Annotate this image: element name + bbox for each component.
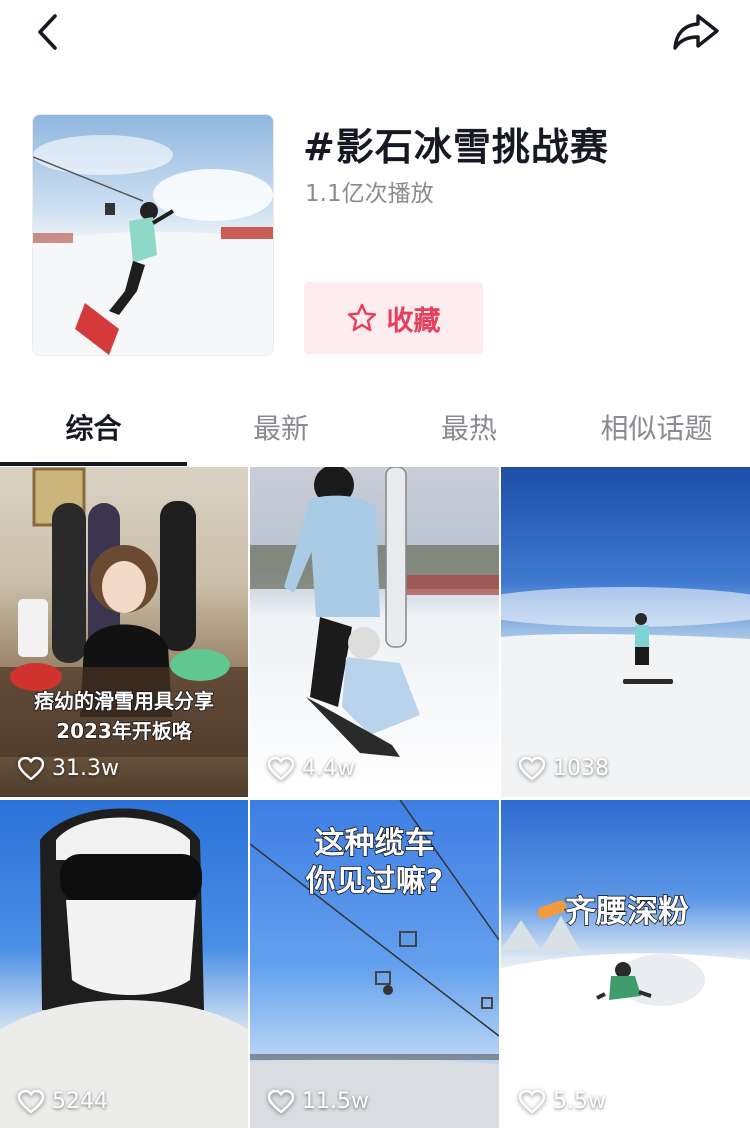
video-thumbnail (501, 587, 750, 797)
share-arrow-icon (673, 14, 719, 50)
top-bar (0, 0, 750, 70)
back-button[interactable] (26, 8, 70, 56)
star-outline-icon (347, 303, 376, 332)
like-count-value: 5244 (52, 1089, 108, 1114)
video-thumbnail (501, 900, 750, 1128)
heart-outline-icon (268, 1089, 294, 1113)
topic-cover-image (32, 114, 274, 356)
favorite-label: 收藏 (386, 305, 441, 337)
topic-header: #影石冰雪挑战赛 1.1亿次播放 收藏 (0, 112, 750, 356)
video-caption-line2: 你见过嘛? (305, 863, 444, 900)
cover-illustration (33, 135, 273, 355)
video-card[interactable]: 5244 (0, 800, 248, 1128)
like-count-value: 31.3w (52, 756, 119, 781)
tab-comprehensive[interactable]: 综合 (0, 392, 187, 462)
topic-page: #影石冰雪挑战赛 1.1亿次播放 收藏 综合 最新 最热 相似话题 痞幼的滑雪用… (0, 0, 750, 1128)
video-grid: 痞幼的滑雪用具分享 2023年开板咯 31.3w 4.4w 1038 5244 … (0, 467, 750, 1128)
heart-outline-icon (519, 1089, 545, 1113)
like-count-value: 5.5w (553, 1089, 606, 1114)
like-count: 5244 (18, 1089, 108, 1114)
like-count: 31.3w (18, 756, 119, 781)
video-card[interactable]: 1038 (501, 467, 750, 797)
video-thumbnail (0, 808, 248, 1128)
video-card[interactable]: 这种缆车 你见过嘛? 11.5w (250, 800, 499, 1128)
like-count-value: 11.5w (302, 1089, 369, 1114)
video-thumbnail (0, 467, 248, 757)
active-tab-indicator (0, 462, 187, 466)
like-count: 11.5w (268, 1089, 369, 1114)
tab-similar-topics[interactable]: 相似话题 (563, 392, 750, 462)
video-thumbnail (250, 467, 499, 757)
tab-hottest[interactable]: 最热 (375, 392, 563, 462)
video-caption: 痞幼的滑雪用具分享 (33, 688, 215, 714)
heart-outline-icon (18, 1089, 44, 1113)
tab-latest[interactable]: 最新 (187, 392, 375, 462)
video-card[interactable]: 痞幼的滑雪用具分享 2023年开板咯 31.3w (0, 467, 248, 797)
video-caption: 齐腰深粉 (564, 893, 690, 931)
play-count: 1.1亿次播放 (305, 181, 434, 207)
like-count: 1038 (519, 756, 609, 781)
heart-outline-icon (268, 756, 294, 780)
favorite-button[interactable]: 收藏 (304, 282, 483, 354)
tab-bar: 综合 最新 最热 相似话题 (0, 392, 750, 466)
share-button[interactable] (668, 8, 724, 56)
heart-outline-icon (519, 756, 545, 780)
video-card[interactable]: 4.4w (250, 467, 499, 797)
heart-outline-icon (18, 756, 44, 780)
like-count: 5.5w (519, 1089, 606, 1114)
like-count: 4.4w (268, 756, 355, 781)
like-count-value: 4.4w (302, 756, 355, 781)
chevron-left-icon (38, 14, 57, 50)
video-card[interactable]: 齐腰深粉 5.5w (501, 800, 750, 1128)
topic-title: #影石冰雪挑战赛 (303, 125, 609, 169)
like-count-value: 1038 (553, 756, 609, 781)
video-caption-line2: 2023年开板咯 (55, 718, 192, 744)
